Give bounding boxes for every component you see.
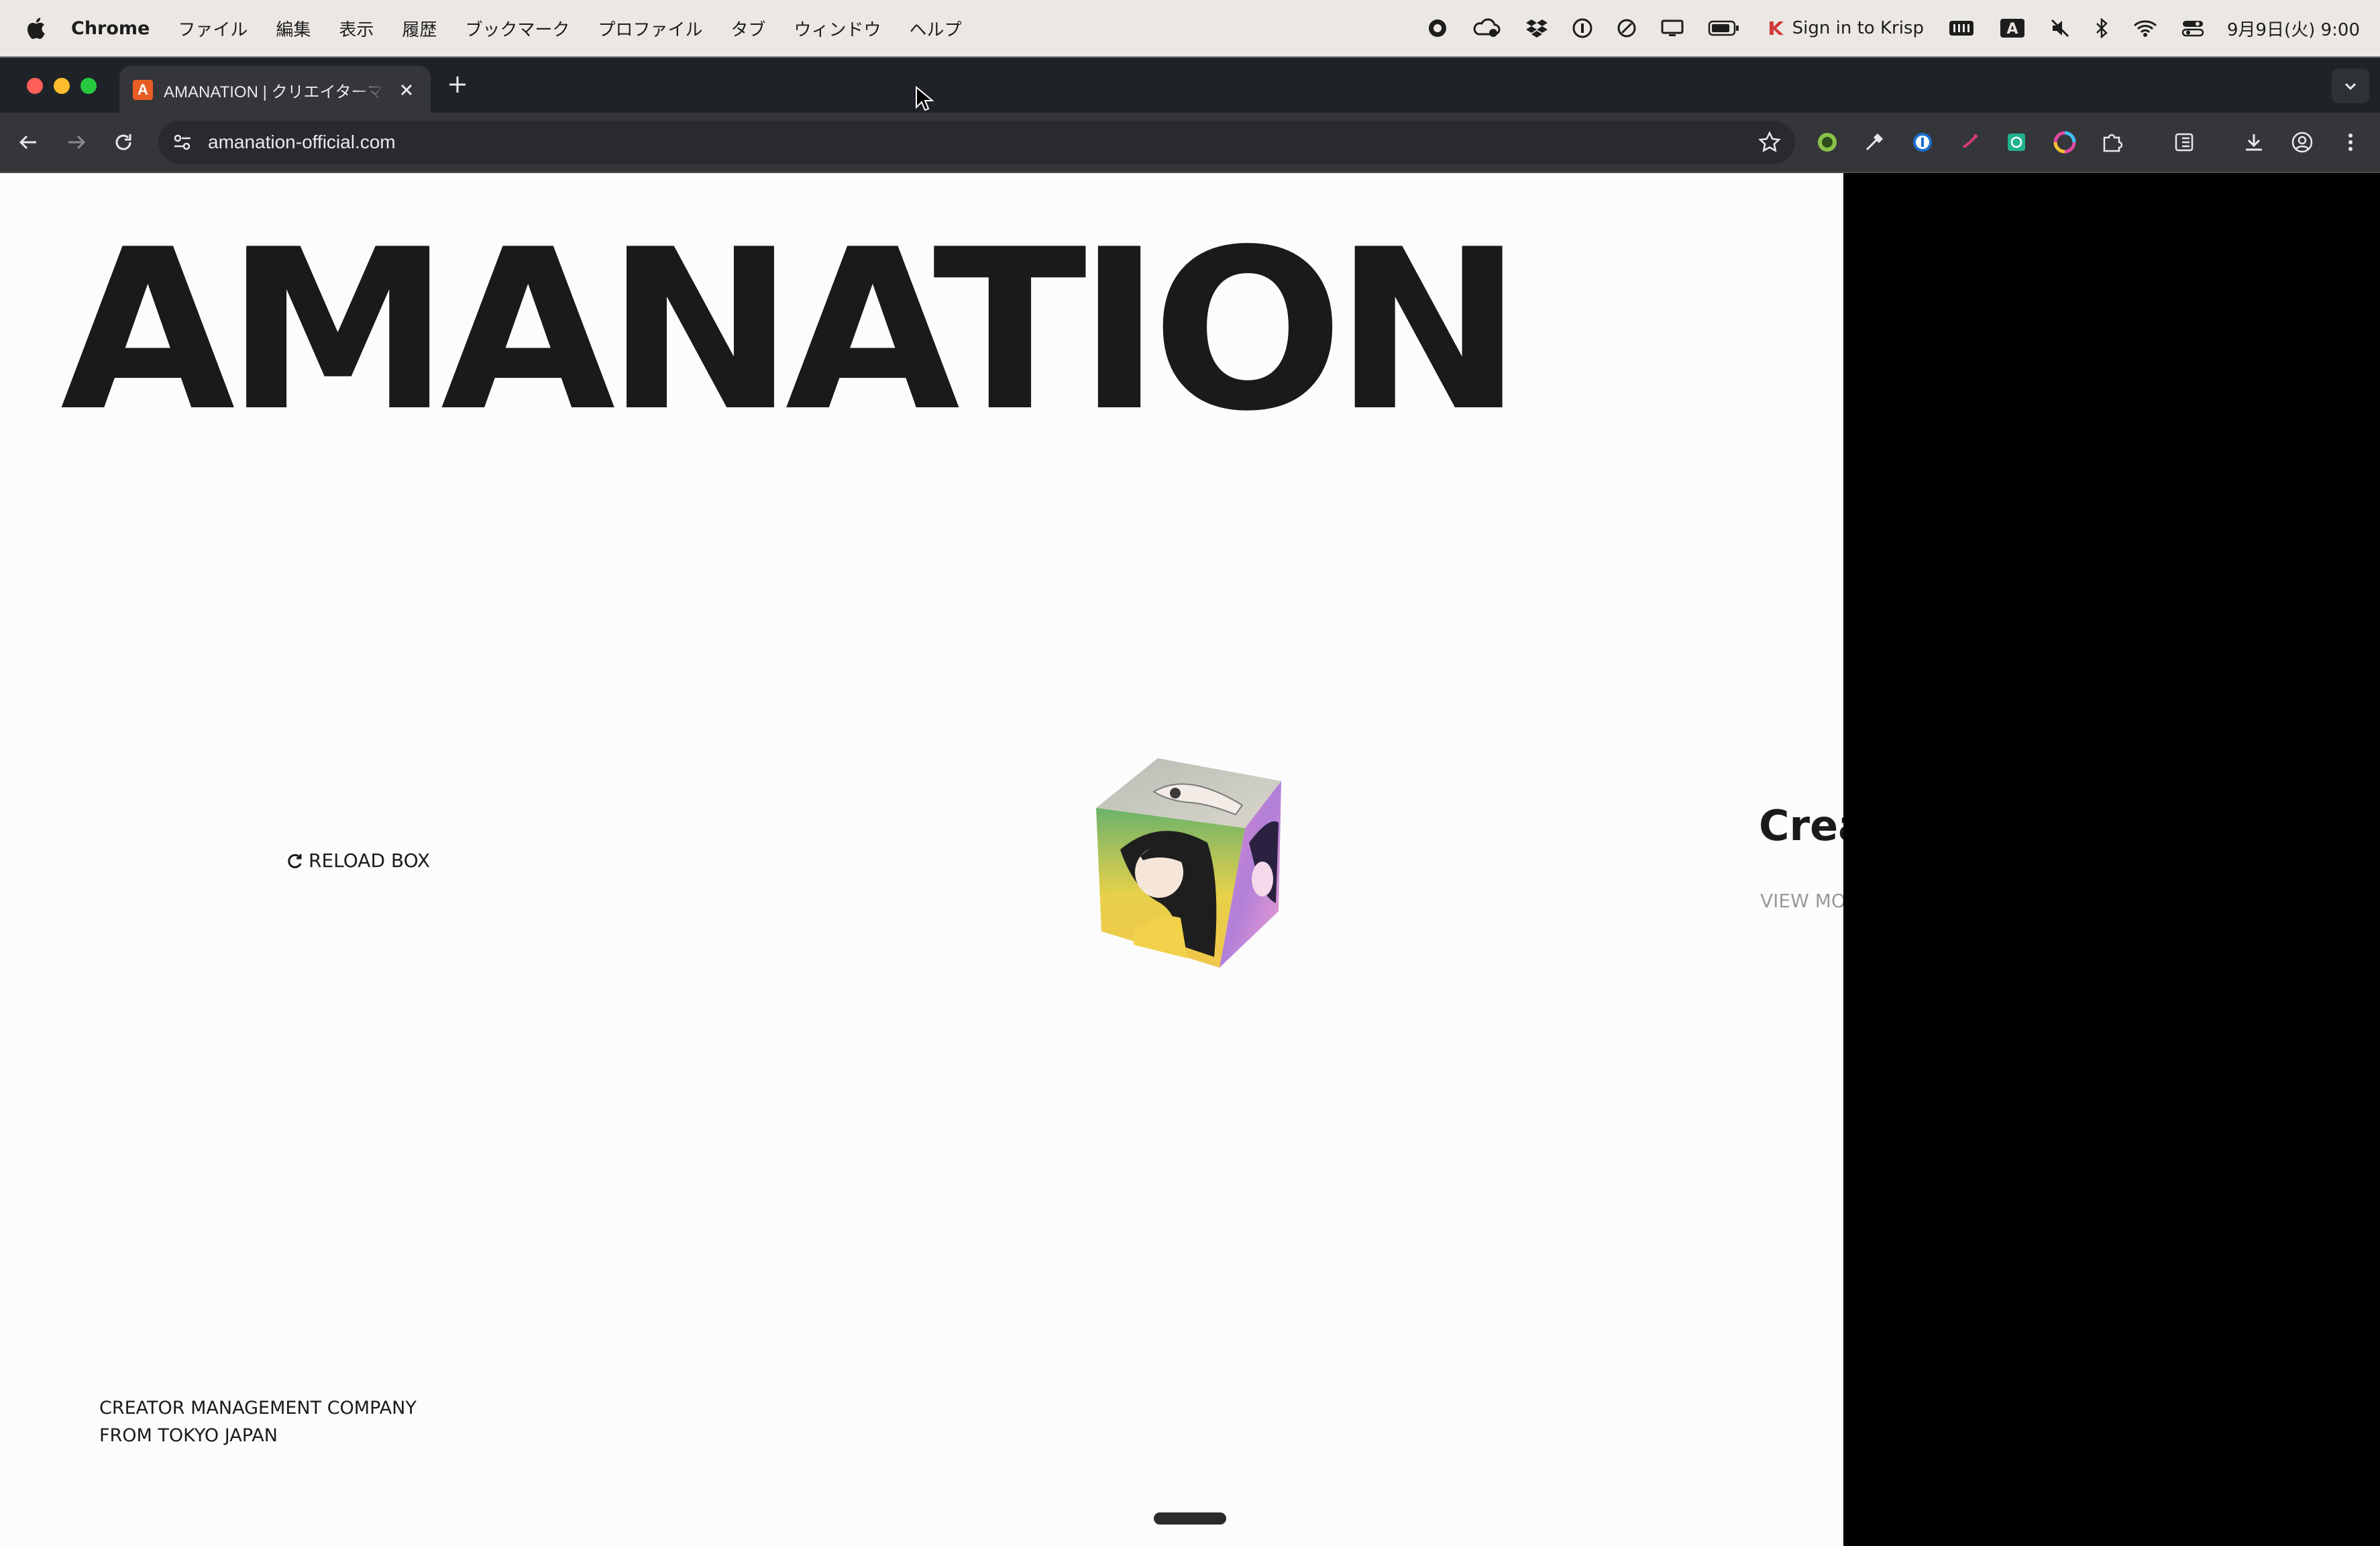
chrome-tab-strip: A AMANATION | クリエイターマネジメント (0, 56, 2380, 114)
browser-tab-active[interactable]: A AMANATION | クリエイターマネジメント (119, 66, 431, 114)
keyboard-icon[interactable] (1948, 0, 1975, 56)
forward-button[interactable] (62, 127, 91, 157)
site-favicon-icon: A (133, 80, 153, 100)
menubar-clock[interactable]: 9月9日(火) 9:00 (2227, 16, 2360, 41)
reload-icon (288, 854, 302, 868)
bluetooth-icon[interactable] (2094, 0, 2109, 56)
mute-icon[interactable] (2050, 0, 2070, 56)
tab-close-icon[interactable] (394, 78, 419, 102)
download-icon[interactable] (2240, 129, 2267, 156)
mouse-cursor-icon (916, 86, 934, 111)
reload-button[interactable] (109, 127, 138, 157)
more-menu-icon[interactable] (2337, 129, 2364, 156)
extensions-puzzle-icon[interactable] (2098, 129, 2125, 156)
display-icon[interactable] (1661, 0, 1684, 56)
reading-list-icon[interactable] (2171, 129, 2198, 156)
menu-edit[interactable]: 編集 (276, 16, 311, 41)
tab-title: AMANATION | クリエイターマネジメント (164, 83, 385, 101)
menu-profiles[interactable]: プロファイル (598, 16, 702, 41)
menu-tab[interactable]: タブ (731, 16, 765, 41)
web-page-content: AMANATION RELOAD BOX Crea VIEW MO CREATO… (0, 173, 1843, 1546)
control-center-icon[interactable] (2181, 0, 2204, 56)
scroll-handle[interactable] (1154, 1512, 1226, 1525)
page-title: AMANATION (60, 202, 1523, 460)
url-text[interactable]: amanation-official.com (208, 132, 396, 153)
tab-search-button[interactable] (2332, 68, 2369, 103)
wifi-icon[interactable] (2133, 0, 2157, 56)
reload-icon (115, 134, 131, 150)
chrome-toolbar: amanation-official.com (0, 113, 2380, 173)
menubar-app-name[interactable]: Chrome (71, 18, 150, 39)
tagline-line-2: FROM TOKYO JAPAN (99, 1425, 278, 1446)
reload-box-button[interactable]: RELOAD BOX (286, 849, 430, 872)
site-settings-icon[interactable] (170, 130, 195, 154)
reload-box-label: RELOAD BOX (309, 849, 431, 872)
record-icon[interactable] (1427, 0, 1448, 56)
section-heading: Crea (1759, 801, 1843, 850)
menu-file[interactable]: ファイル (178, 16, 248, 41)
arrow-left-icon (19, 135, 36, 150)
illustration-cube-image[interactable] (1093, 756, 1283, 968)
new-tab-icon[interactable] (444, 71, 471, 98)
dropbox-icon[interactable] (1525, 0, 1548, 56)
extension-green-circle-icon[interactable] (1814, 129, 1841, 156)
arrow-right-icon (68, 135, 86, 150)
company-tagline: CREATOR MANAGEMENT COMPANY FROM TOKYO JA… (99, 1394, 417, 1449)
teal-extension-icon[interactable] (2003, 129, 2030, 156)
address-bar[interactable]: amanation-official.com (158, 121, 1795, 164)
cloud-sync-icon[interactable] (1472, 0, 1501, 56)
pink-link-extension-icon[interactable] (1956, 129, 1983, 156)
apple-logo-icon[interactable] (25, 17, 46, 40)
window-zoom-button[interactable] (80, 78, 97, 94)
view-more-link[interactable]: VIEW MO (1760, 890, 1843, 912)
menubar-status-area: Sign in to Krisp A 9月9日(火) 9:00 (1403, 0, 2360, 56)
menu-help[interactable]: ヘルプ (909, 16, 961, 41)
svg-text:A: A (2006, 21, 2018, 38)
krisp-label: Sign in to Krisp (1792, 18, 1924, 38)
color-picker-icon[interactable] (1861, 129, 1888, 156)
bookmark-star-icon[interactable] (1757, 130, 1782, 154)
menu-history[interactable]: 履歴 (402, 16, 437, 41)
onepassword-icon[interactable] (1572, 0, 1592, 56)
crescent-icon[interactable] (1617, 0, 1637, 56)
profile-avatar-icon[interactable] (2289, 129, 2316, 156)
window-minimize-button[interactable] (54, 78, 70, 94)
chevron-down-icon (2344, 83, 2357, 91)
krisp-menu[interactable]: Sign in to Krisp (1767, 18, 1924, 38)
back-button[interactable] (13, 127, 43, 157)
menu-view[interactable]: 表示 (339, 16, 374, 41)
dark-side-panel (1843, 173, 2380, 1546)
battery-icon[interactable] (1708, 0, 1740, 56)
menu-window[interactable]: ウィンドウ (794, 16, 881, 41)
tagline-line-1: CREATOR MANAGEMENT COMPANY (99, 1398, 417, 1419)
input-source-icon[interactable]: A (1999, 0, 2026, 56)
onepassword-extension-icon[interactable] (1909, 129, 1936, 156)
macos-menubar: Chrome ファイル 編集 表示 履歴 ブックマーク プロファイル タブ ウィ… (0, 0, 2380, 56)
window-close-button[interactable] (27, 78, 43, 94)
krisp-icon (1769, 21, 1784, 35)
menu-bookmarks[interactable]: ブックマーク (465, 16, 570, 41)
color-wheel-extension-icon[interactable] (2051, 129, 2078, 156)
